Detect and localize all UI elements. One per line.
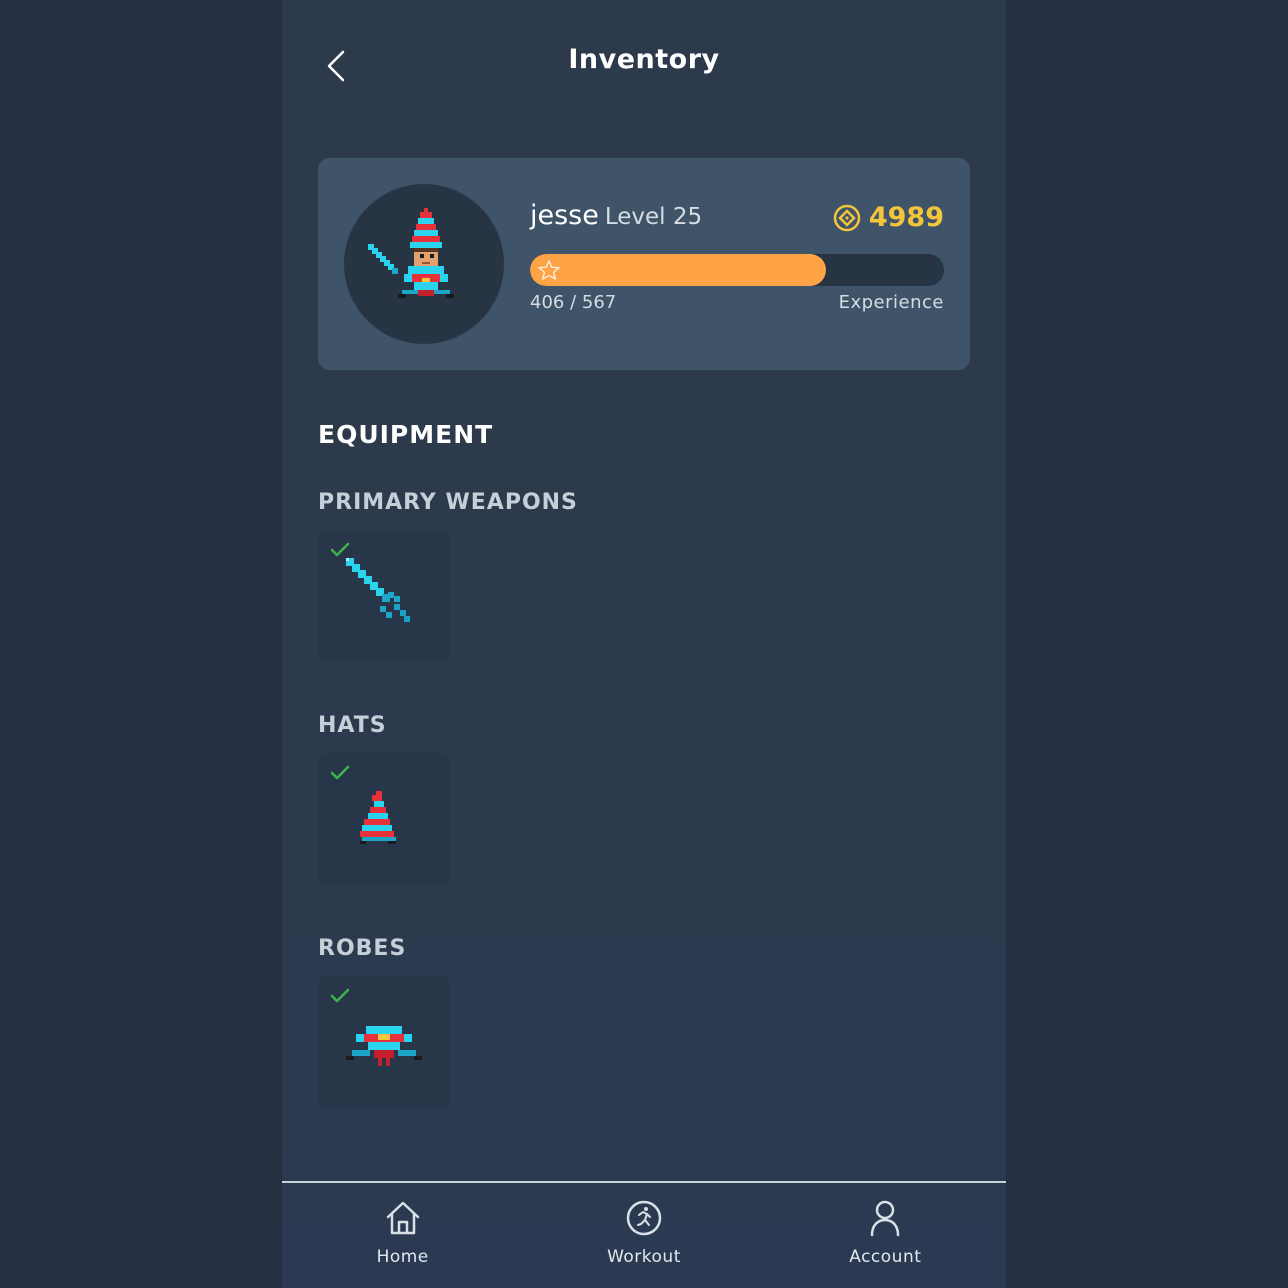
app-screen: Inventory jesse Level 25 4989 406 / 567 … <box>282 0 1006 1288</box>
sword-icon <box>346 558 410 622</box>
experience-bar-fill <box>530 254 827 286</box>
experience-count: 406 / 567 <box>530 292 617 313</box>
coin-amount: 4989 <box>868 202 944 233</box>
experience-label: Experience <box>838 292 944 313</box>
tab-home-label: Home <box>376 1247 429 1267</box>
tab-account[interactable]: Account <box>765 1183 1006 1288</box>
category-title-primary-weapons: PRIMARY WEAPONS <box>318 490 578 515</box>
character-avatar-icon <box>368 208 454 298</box>
tab-workout[interactable]: Workout <box>523 1183 764 1288</box>
avatar <box>344 184 504 344</box>
item-tile-sword[interactable] <box>318 530 450 662</box>
user-icon <box>871 1200 900 1237</box>
robe-icon <box>346 1026 422 1066</box>
coin-icon <box>833 204 861 231</box>
tab-home[interactable]: Home <box>282 1183 523 1288</box>
category-title-hats: HATS <box>318 713 387 738</box>
running-icon <box>626 1200 662 1236</box>
item-tile-robe[interactable] <box>318 976 450 1108</box>
home-icon <box>386 1201 419 1235</box>
profile-card: jesse Level 25 4989 406 / 567 Experience <box>318 158 970 370</box>
page-title: Inventory <box>568 44 720 75</box>
equipment-heading: EQUIPMENT <box>318 420 494 449</box>
user-info: jesse Level 25 <box>530 200 702 231</box>
category-title-robes: ROBES <box>318 936 407 961</box>
coin-balance: 4989 <box>833 202 944 233</box>
header: Inventory <box>282 0 1006 130</box>
tab-account-label: Account <box>849 1247 922 1267</box>
bottom-tabbar: Home Workout Account <box>282 1183 1006 1288</box>
tab-workout-label: Workout <box>607 1247 681 1267</box>
star-icon <box>538 260 560 280</box>
user-level: Level 25 <box>604 204 703 230</box>
experience-bar <box>530 254 944 286</box>
item-tile-hat[interactable] <box>318 753 450 885</box>
username: jesse <box>530 200 599 231</box>
wizard-hat-icon <box>360 791 396 844</box>
